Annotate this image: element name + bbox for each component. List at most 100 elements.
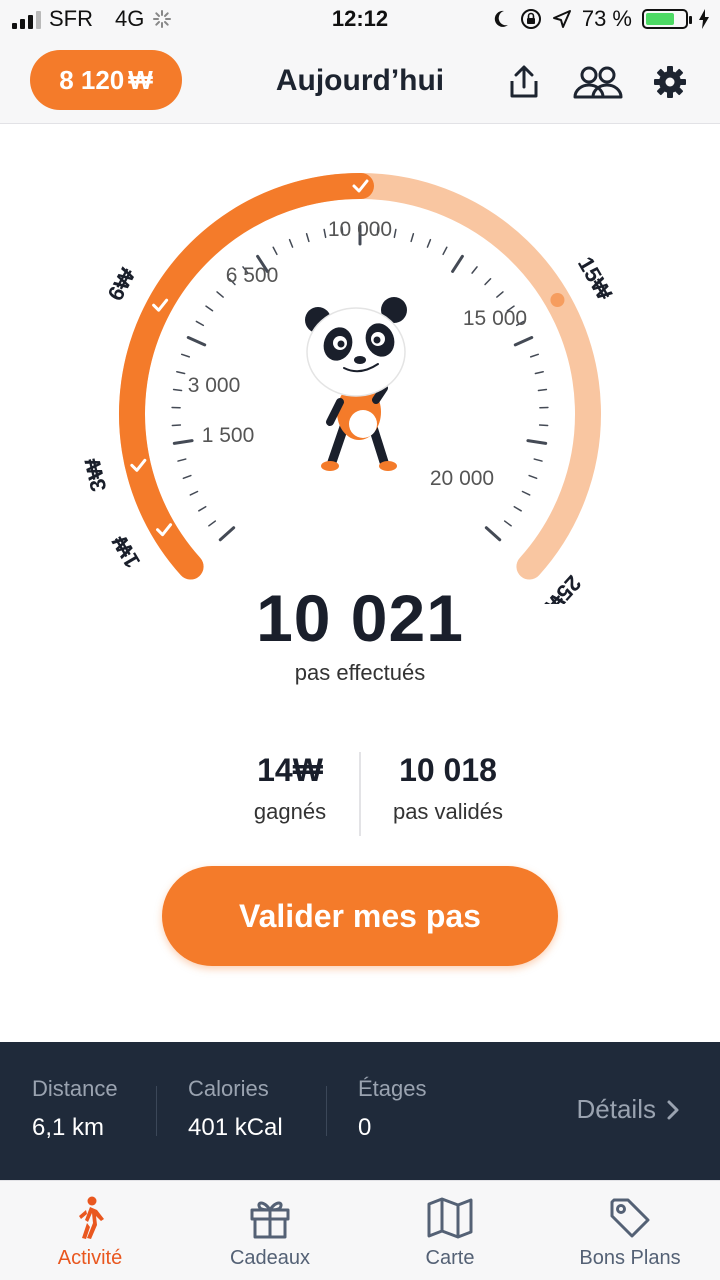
milestone-dot-icon [550,293,565,307]
step-gauge: 1 500 3 000 6 500 10 000 15 000 20 000 1₩ 3₩ 6₩ 1… [0,124,720,604]
gauge-tick [176,370,186,375]
gauge-svg: 1 500 3 000 6 500 10 000 15 000 20 000 1₩ 3₩ 6₩ 1… [80,173,617,604]
metrics-bar: Distance 6,1 km Calories 401 kCal Étages… [0,1042,720,1180]
milestone-reward-label: 1₩ [107,531,145,572]
tag-icon [610,1198,650,1238]
milestone-reward-label: 3₩ [80,456,112,494]
steps-count: 10 021 [256,581,464,655]
gauge-tick [198,505,207,512]
battery-icon [642,9,692,29]
earned-label: gagnés [253,799,327,824]
share-icon[interactable] [502,60,546,104]
gauge-scale-label: 1 500 [202,424,255,447]
gauge-tick [521,490,531,496]
gauge-tick [216,291,224,298]
gauge-tick [172,388,183,392]
charging-bolt-icon [699,9,709,29]
calories-metric: Calories 401 kCal [188,1076,283,1142]
gauge-scale-label: 10 000 [328,218,392,241]
gauge-tick [533,458,543,462]
gauge-scale-label: 6 500 [226,264,279,287]
gauge-tick [393,228,397,239]
validated-label: pas validés [392,799,504,824]
tab-label: Cadeaux [229,1247,311,1269]
balance-value: 8 120 [59,64,125,95]
gauge-tick [513,505,522,512]
gauge-tick [195,320,205,327]
status-bar: SFR 4G 12:12 73 % [0,0,720,40]
gauge-scale-label: 20 000 [430,467,494,490]
gauge-major-tick [186,336,207,347]
milestone-reward-label: 15₩ [573,252,617,304]
moon-icon [494,10,508,27]
tab-deals[interactable]: Bons Plans [540,1181,720,1280]
tab-bar: Activité Cadeaux Carte Bons Plans [0,1180,720,1280]
location-arrow-icon [552,10,571,28]
gauge-tick [323,228,327,239]
friends-icon[interactable] [570,60,626,104]
gauge-tick [208,520,217,527]
gauge-tick [534,370,544,375]
gauge-tick [182,474,192,480]
gauge-tick [528,474,538,480]
gauge-major-tick [526,439,548,445]
gauge-tick [189,490,199,496]
stats-divider [359,752,361,836]
milestone-reward-label: 6₩ [103,264,141,305]
metric-value: 6,1 km [32,1114,105,1141]
map-icon [427,1197,473,1239]
gauge-major-tick [451,254,464,273]
validate-steps-button[interactable]: Valider mes pas [162,866,558,966]
distance-metric: Distance 6,1 km [32,1076,118,1142]
metrics-divider [156,1086,157,1136]
metric-value: 0 [358,1114,372,1141]
validated-value: 10 018 [399,752,497,788]
gauge-tick [426,238,432,248]
gauge-scale-label: 3 000 [188,374,241,397]
gauge-tick [537,388,548,392]
gauge-major-tick [172,439,194,445]
tab-label: Activité [57,1247,123,1269]
gauge-tick [410,232,415,243]
gauge-tick [471,266,478,274]
walking-icon [79,1196,104,1239]
gauge-major-tick [513,336,534,347]
validated-stat: 10 018 pas validés [380,752,516,825]
tab-activity[interactable]: Activité [0,1181,180,1280]
chevron-right-icon [667,1100,679,1119]
gauge-scale-label: 15 000 [463,307,527,330]
gauge-tick [177,458,187,462]
currency-icon: ₩ [292,752,323,788]
earned-value: 14 [257,752,293,788]
stats-row: 14₩ gagnés 10 018 pas validés [0,752,720,838]
gauge-tick [496,291,504,298]
tab-gifts[interactable]: Cadeaux [180,1181,360,1280]
metric-label: Étages [358,1076,427,1101]
currency-icon: ₩ [128,64,153,95]
steps-label: pas effectués [294,660,426,685]
gauge-tick [503,520,512,527]
floors-metric: Étages 0 [358,1076,427,1142]
gauge-tick [288,238,294,248]
battery-percentage: 73 % [581,6,632,31]
app-header: 8 120 ₩ Aujourd’hui [0,40,720,124]
gear-icon[interactable] [648,60,692,104]
metrics-divider [326,1086,327,1136]
gauge-major-tick [484,526,502,542]
tab-map[interactable]: Carte [360,1181,540,1280]
balance-button[interactable]: 8 120 ₩ [30,50,182,110]
gauge-tick [442,246,448,256]
tab-label: Bons Plans [579,1247,681,1269]
earned-stat: 14₩ gagnés [230,752,350,825]
rotation-lock-icon [520,9,541,29]
panda-mascot-icon [305,297,407,471]
metric-label: Calories [188,1076,269,1101]
details-link[interactable]: Détails [577,1094,680,1125]
gauge-tick [484,278,492,286]
gauge-tick [305,232,310,243]
gauge-tick [180,353,191,358]
details-label: Détails [576,1094,656,1124]
metric-value: 401 kCal [188,1114,283,1141]
gauge-tick [205,305,214,312]
gift-icon [250,1201,290,1239]
